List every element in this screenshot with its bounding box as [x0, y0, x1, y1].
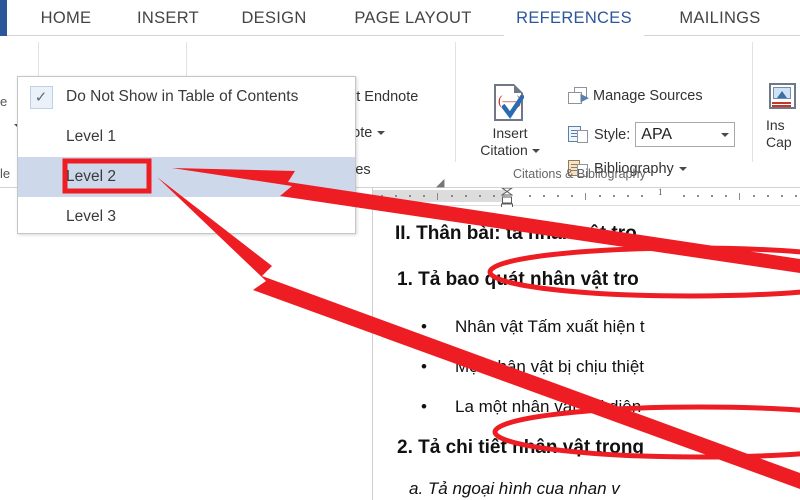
citations-group-label: Citations & Bibliography [513, 167, 646, 181]
insert-citation-label-line1: Insert [492, 125, 528, 141]
ruler-number-1: 1 [658, 188, 663, 197]
tab-page-layout-label: PAGE LAYOUT [354, 8, 472, 27]
tab-separator [109, 5, 110, 31]
indent-markers-icon[interactable] [501, 188, 513, 209]
ruler-ticks [373, 192, 800, 201]
checkmark-icon: ✓ [29, 85, 53, 109]
document-bullet-item: • La một nhân vật đai diện [421, 397, 641, 417]
insert-caption-button[interactable]: Ins Cap [766, 83, 800, 151]
citation-style-icon [568, 125, 589, 144]
word-window: HOME INSERT DESIGN PAGE LAYOUT REFERENCE… [0, 0, 800, 500]
insert-citation-label-line2: Citation [480, 142, 528, 158]
toc-group-clipped-label-top: e [0, 94, 8, 109]
blue-check-icon [502, 95, 524, 119]
window-left-accent-bar [0, 0, 7, 36]
tab-design[interactable]: DESIGN [228, 0, 320, 36]
insert-citation-caret-down-icon[interactable] [531, 148, 540, 153]
insert-caption-icon [766, 83, 800, 117]
document-bullet-text: La một nhân vật đai diện [455, 397, 642, 416]
menu-item-gutter [18, 197, 64, 237]
citation-style-value: APA [641, 125, 673, 143]
citation-style-select[interactable]: APA [635, 122, 736, 147]
insert-caption-label-line1: Ins [766, 117, 785, 133]
document-bullet-text: Nhân vật Tấm xuất hiện t [455, 317, 645, 336]
menu-item-label: Level 3 [66, 208, 116, 225]
bibliography-caret-down-icon[interactable] [678, 167, 687, 171]
tab-mailings-label: MAILINGS [679, 8, 761, 27]
insert-caption-label-line2: Cap [766, 134, 792, 150]
add-text-dropdown-menu[interactable]: ✓ Do Not Show in Table of Contents Level… [17, 76, 356, 234]
document-page[interactable]: II. Thân bài: tả nhân vật tro 1. Tả bao … [373, 207, 800, 500]
menu-item-gutter [18, 157, 64, 197]
tab-page-layout[interactable]: PAGE LAYOUT [334, 0, 492, 36]
document-numbered-line-2: 2. Tả chi tiết nhân vật trong [397, 437, 645, 458]
bullet-glyph: • [421, 357, 427, 376]
document-italic-line: a. Tả ngoại hình cua nhan v [409, 479, 620, 498]
insert-citation-button[interactable]: (—) Insert Citation [467, 83, 553, 159]
menu-item-gutter [18, 117, 64, 157]
citation-style-caret-down-icon[interactable] [721, 132, 730, 137]
manage-sources-icon: ▶ [568, 87, 589, 105]
menu-item-label: Level 1 [66, 128, 116, 145]
menu-item-level-1[interactable]: Level 1 [18, 117, 355, 157]
tab-mailings[interactable]: MAILINGS [658, 0, 782, 36]
bullet-glyph: • [421, 317, 427, 336]
document-bullet-item: • Một nhân vật bị chịu thiệt [421, 357, 644, 377]
tab-references[interactable]: REFERENCES [504, 0, 644, 36]
tab-references-label: REFERENCES [516, 8, 632, 27]
citation-style-row[interactable]: Style: APA [568, 122, 736, 147]
document-bullet-item: • Nhân vật Tấm xuất hiện t [421, 317, 645, 337]
menu-item-do-not-show[interactable]: ✓ Do Not Show in Table of Contents [18, 77, 355, 117]
menu-item-label: Level 2 [66, 168, 116, 185]
group-divider [752, 42, 753, 162]
menu-item-label: Do Not Show in Table of Contents [66, 88, 299, 105]
menu-item-level-3[interactable]: Level 3 [18, 197, 355, 237]
ribbon-tab-strip: HOME INSERT DESIGN PAGE LAYOUT REFERENCE… [0, 0, 800, 36]
toc-group-clipped-label-bottom: le [0, 166, 11, 181]
menu-item-gutter: ✓ [18, 77, 64, 117]
group-divider [455, 42, 456, 162]
document-numbered-line-1: 1. Tả bao quát nhân vật tro [397, 269, 639, 290]
manage-sources-label: Manage Sources [593, 88, 703, 104]
tab-home[interactable]: HOME [22, 0, 110, 36]
tab-insert[interactable]: INSERT [124, 0, 212, 36]
tab-design-label: DESIGN [241, 8, 307, 27]
tab-home-label: HOME [40, 8, 92, 27]
next-footnote-caret-down-icon[interactable] [377, 131, 386, 135]
insert-citation-icon: (—) [490, 83, 530, 125]
citation-style-label: Style: [594, 126, 631, 143]
document-bullet-text: Một nhân vật bị chịu thiệt [455, 357, 645, 376]
menu-item-level-2[interactable]: Level 2 [18, 157, 355, 197]
bullet-glyph: • [421, 397, 427, 416]
manage-sources-button[interactable]: ▶ Manage Sources [568, 87, 703, 105]
horizontal-ruler[interactable]: 1 [373, 188, 800, 209]
document-heading-line: II. Thân bài: tả nhân vật tro [395, 223, 637, 244]
tab-insert-label: INSERT [136, 8, 199, 27]
